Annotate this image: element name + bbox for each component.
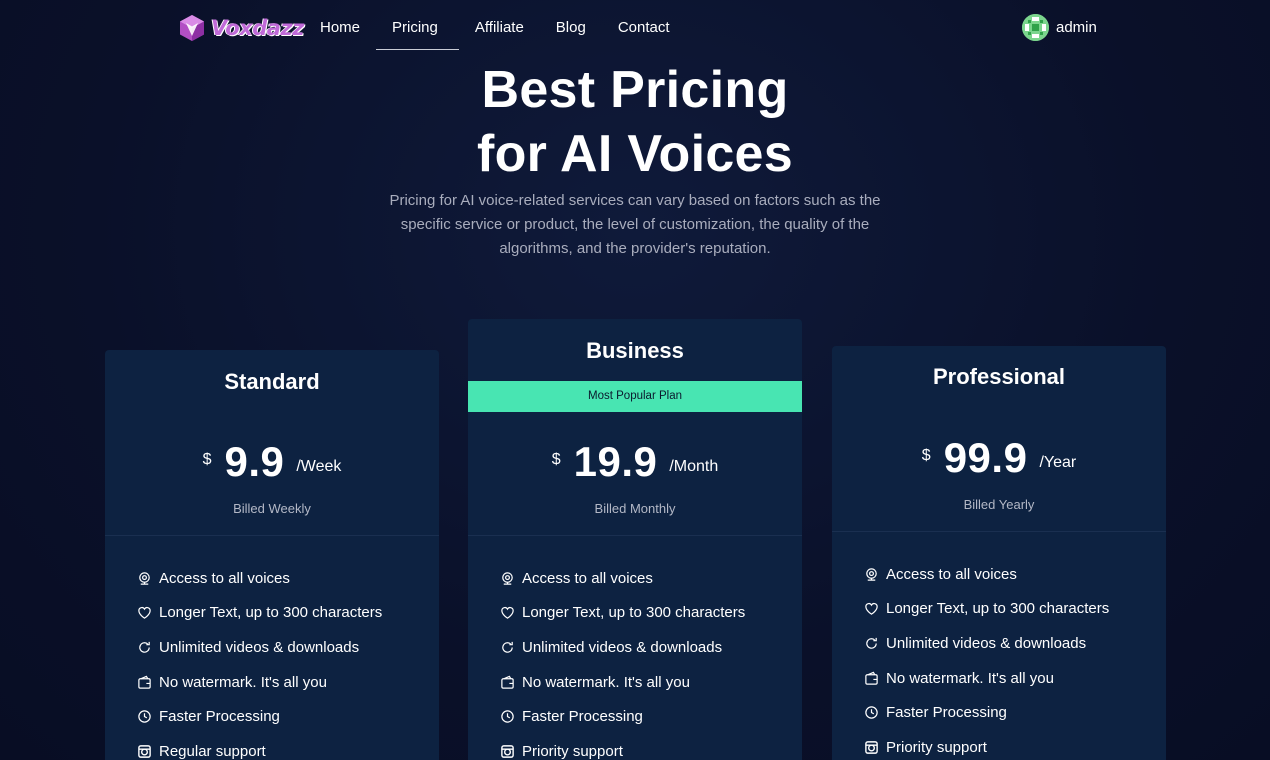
price-currency: $ — [202, 451, 212, 468]
feature-label: No watermark. It's all you — [886, 669, 1054, 687]
brand-name: Voxdazz — [211, 16, 304, 40]
webcam-icon — [864, 567, 879, 582]
instagram-icon — [864, 740, 879, 755]
price-period: /Year — [1039, 454, 1077, 471]
instagram-icon — [500, 744, 515, 759]
price: $ 19.9 /Month — [468, 437, 802, 487]
wallet-icon — [864, 671, 879, 686]
plan-name: Business — [586, 338, 684, 363]
feature-item: Priority support — [500, 734, 745, 760]
webcam-icon — [137, 571, 152, 586]
feature-label: Priority support — [886, 738, 987, 756]
page-title-line-2: for AI Voices — [477, 125, 793, 183]
feature-label: Longer Text, up to 300 characters — [522, 604, 746, 622]
most-popular-badge: Most Popular Plan — [468, 381, 802, 412]
wallet-icon — [500, 675, 515, 690]
price-period: /Month — [669, 458, 719, 475]
feature-label: Faster Processing — [886, 704, 1007, 722]
feature-list: Access to all voices Longer Text, up to … — [864, 557, 1109, 760]
price-amount: 19.9 — [573, 438, 658, 485]
feature-item: Unlimited videos & downloads — [864, 626, 1109, 661]
plan-name: Professional — [932, 364, 1066, 389]
feature-item: No watermark. It's all you — [137, 665, 382, 700]
hexagon-logo-icon — [179, 14, 205, 42]
refresh-icon — [137, 640, 152, 655]
price-period: /Week — [296, 458, 342, 475]
refresh-icon — [500, 640, 515, 655]
feature-label: Access to all voices — [886, 565, 1017, 583]
pricing-card-professional: Professional $ 99.9 /Year Billed Yearly … — [832, 346, 1166, 760]
user-name: admin — [1056, 19, 1097, 36]
price-currency: $ — [551, 451, 561, 468]
feature-label: Regular support — [159, 742, 266, 760]
user-menu[interactable]: admin — [1022, 14, 1097, 41]
feature-item: Unlimited videos & downloads — [137, 630, 382, 665]
divider — [105, 535, 439, 536]
feature-label: Access to all voices — [159, 569, 290, 587]
feature-item: Access to all voices — [500, 561, 745, 596]
feature-item: Unlimited videos & downloads — [500, 630, 745, 665]
feature-label: Faster Processing — [522, 708, 643, 726]
heart-icon — [137, 605, 152, 620]
feature-label: Access to all voices — [522, 569, 653, 587]
feature-label: No watermark. It's all you — [522, 673, 690, 691]
feature-item: No watermark. It's all you — [500, 665, 745, 700]
nav-link-home[interactable]: Home — [304, 8, 376, 50]
page-title-line-1: Best Pricing — [481, 61, 789, 119]
pricing-card-standard: Standard $ 9.9 /Week Billed Weekly Acces… — [105, 350, 439, 760]
feature-label: Priority support — [522, 742, 623, 760]
billing-cycle: Billed Monthly — [594, 501, 676, 516]
page-description: Pricing for AI voice-related services ca… — [389, 192, 881, 257]
nav-link-pricing[interactable]: Pricing — [376, 8, 459, 50]
feature-item: Faster Processing — [137, 699, 382, 734]
feature-item: Access to all voices — [137, 561, 382, 596]
divider — [832, 531, 1166, 532]
clock-icon — [137, 709, 152, 724]
plan-name: Standard — [224, 369, 320, 394]
clock-icon — [500, 709, 515, 724]
price-amount: 99.9 — [943, 434, 1028, 481]
price: $ 9.9 /Week — [105, 437, 439, 487]
navbar: Voxdazz Home Pricing Affiliate Blog Cont… — [0, 0, 1270, 56]
feature-item: Regular support — [137, 734, 382, 760]
wallet-icon — [137, 675, 152, 690]
webcam-icon — [500, 571, 515, 586]
brand-logo[interactable]: Voxdazz — [179, 14, 304, 42]
feature-item: Access to all voices — [864, 557, 1109, 592]
heart-icon — [864, 601, 879, 616]
feature-label: No watermark. It's all you — [159, 673, 327, 691]
price: $ 99.9 /Year — [832, 433, 1166, 483]
feature-item: Priority support — [864, 730, 1109, 760]
feature-label: Unlimited videos & downloads — [159, 638, 360, 656]
feature-label: Unlimited videos & downloads — [886, 634, 1087, 652]
billing-cycle: Billed Yearly — [963, 497, 1035, 512]
feature-item: Longer Text, up to 300 characters — [500, 596, 745, 631]
feature-label: Longer Text, up to 300 characters — [159, 604, 383, 622]
feature-item: Faster Processing — [864, 695, 1109, 730]
divider — [468, 535, 802, 536]
clock-icon — [864, 705, 879, 720]
feature-label: Faster Processing — [159, 708, 280, 726]
nav-links: Home Pricing Affiliate Blog Contact — [304, 8, 686, 50]
pricing-card-business: Business Most Popular Plan $ 19.9 /Month… — [468, 319, 802, 760]
feature-label: Unlimited videos & downloads — [522, 638, 723, 656]
price-amount: 9.9 — [224, 438, 285, 485]
feature-label: Longer Text, up to 300 characters — [886, 600, 1110, 618]
feature-item: Longer Text, up to 300 characters — [864, 592, 1109, 627]
price-currency: $ — [921, 447, 931, 464]
feature-item: Longer Text, up to 300 characters — [137, 596, 382, 631]
page-title: Best Pricing for AI Voices — [0, 58, 1270, 186]
instagram-icon — [137, 744, 152, 759]
billing-cycle: Billed Weekly — [233, 501, 311, 516]
nav-link-affiliate[interactable]: Affiliate — [459, 8, 540, 50]
avatar — [1022, 14, 1049, 41]
feature-item: Faster Processing — [500, 699, 745, 734]
nav-link-blog[interactable]: Blog — [540, 8, 602, 50]
heart-icon — [500, 605, 515, 620]
feature-item: No watermark. It's all you — [864, 661, 1109, 696]
nav-link-contact[interactable]: Contact — [602, 8, 686, 50]
feature-list: Access to all voices Longer Text, up to … — [500, 561, 745, 760]
refresh-icon — [864, 636, 879, 651]
feature-list: Access to all voices Longer Text, up to … — [137, 561, 382, 760]
